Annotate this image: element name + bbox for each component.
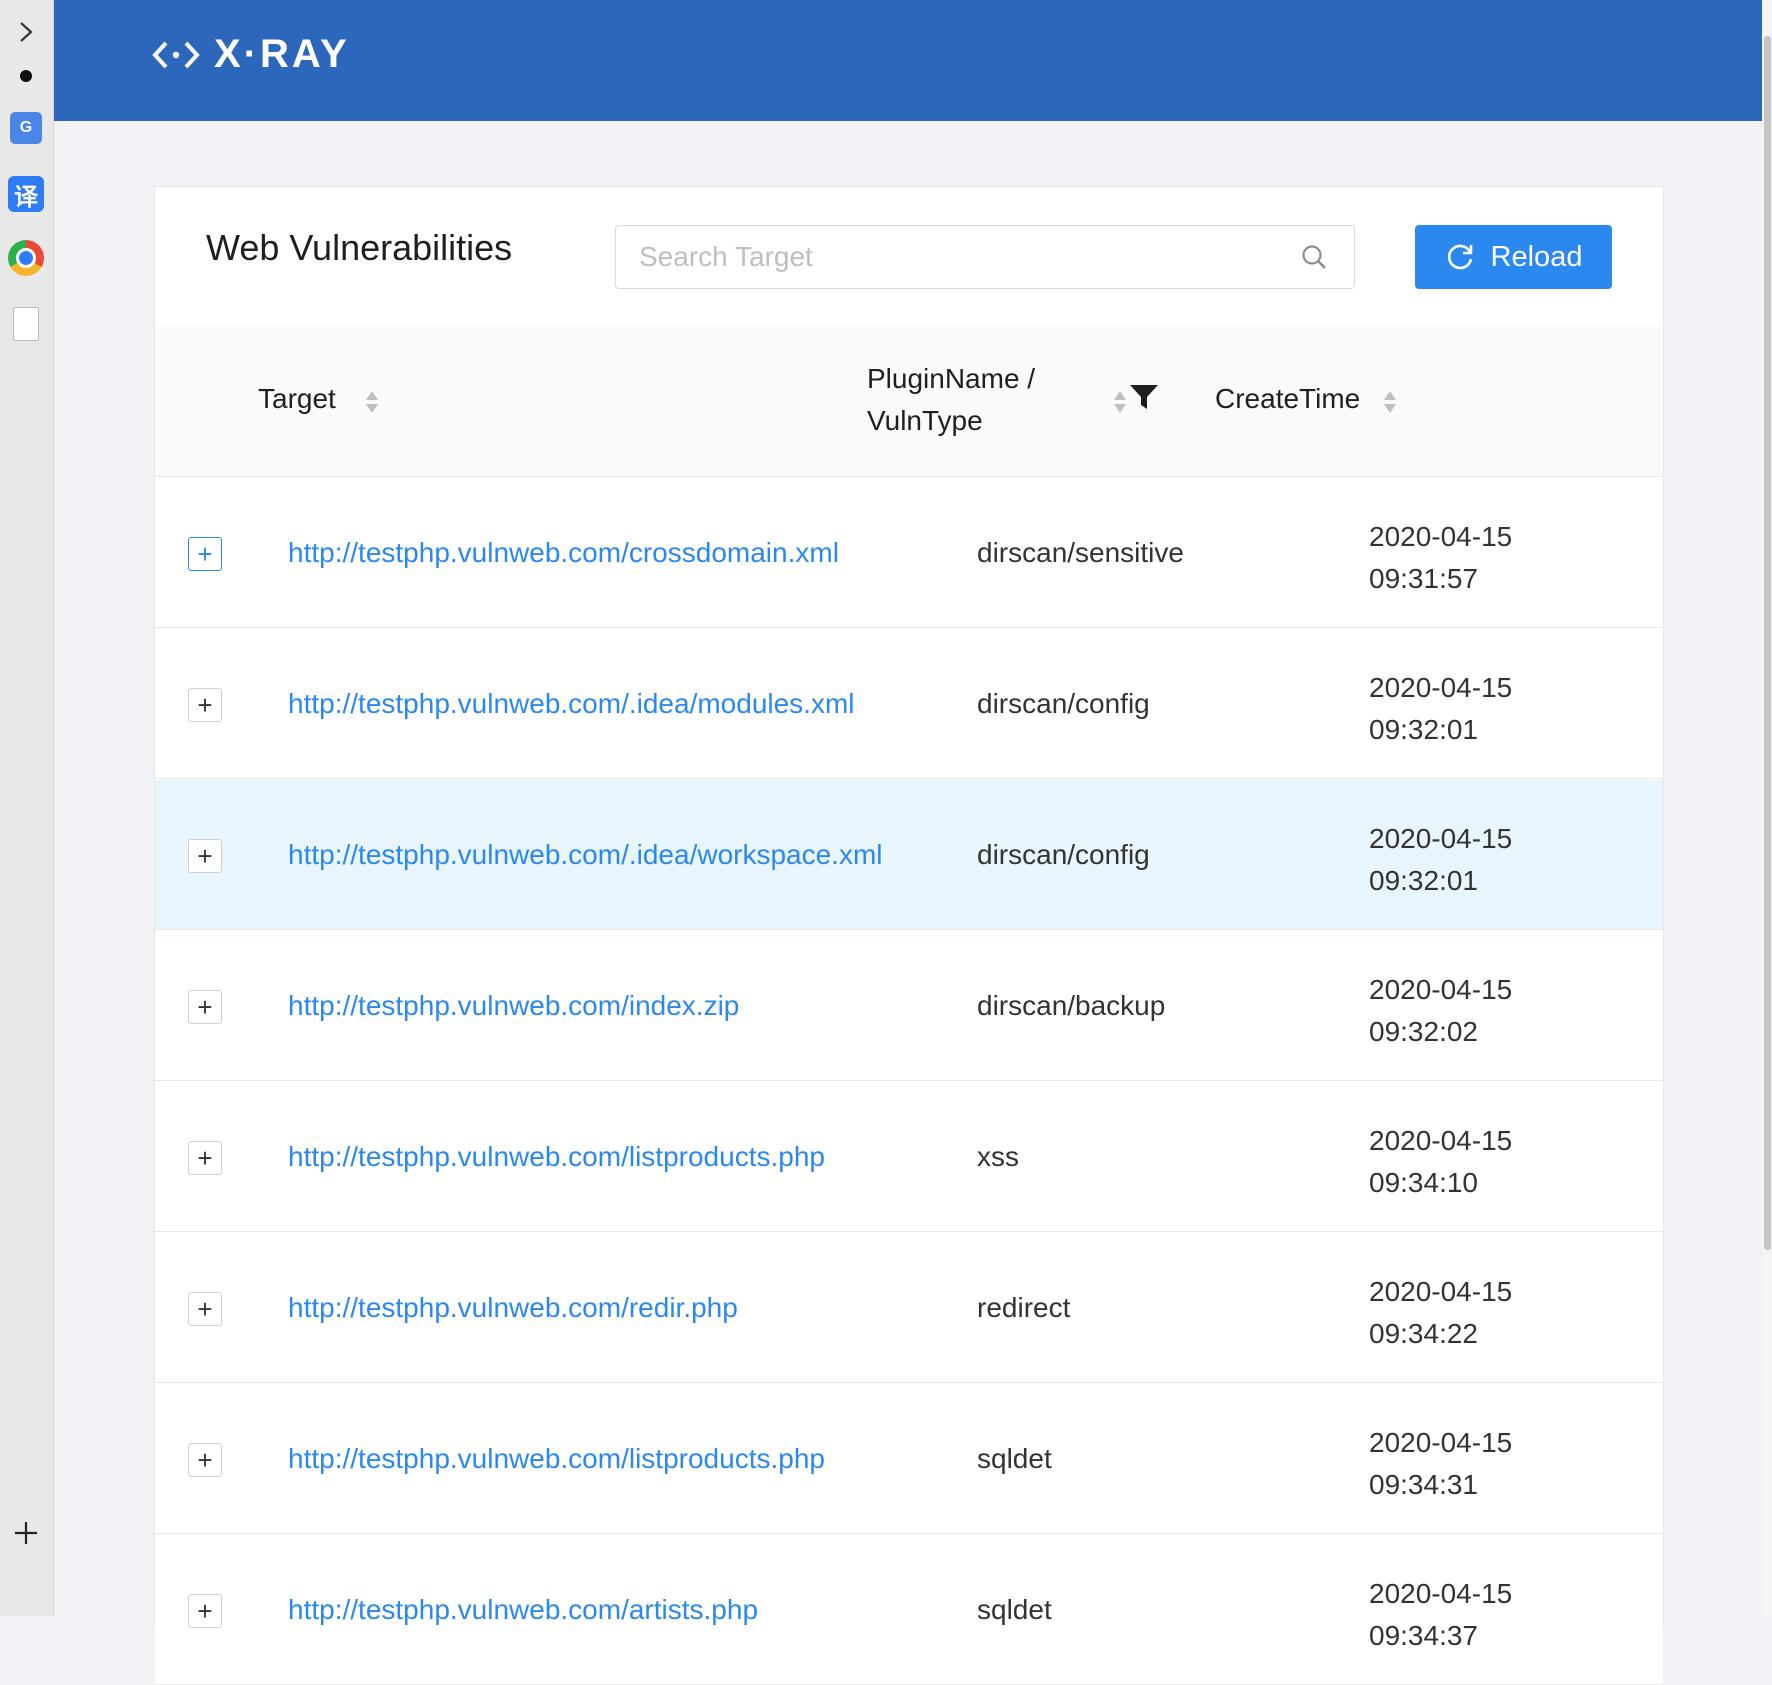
- translate-icon[interactable]: 译: [8, 176, 44, 212]
- date-text: 2020-04-15: [1369, 1427, 1513, 1458]
- table-row[interactable]: + http://testphp.vulnweb.com/crossdomain…: [155, 478, 1663, 628]
- html-file-icon[interactable]: [8, 306, 44, 342]
- page-title: Web Vulnerabilities: [206, 227, 513, 268]
- expand-row-button[interactable]: +: [188, 1443, 222, 1477]
- table-header: Target PluginName / VulnType CreateTime: [155, 327, 1663, 477]
- createtime-cell: 2020-04-15 09:32:01: [1369, 818, 1512, 902]
- time-text: 09:34:37: [1369, 1620, 1478, 1651]
- createtime-cell: 2020-04-15 09:34:37: [1369, 1573, 1512, 1657]
- page-scrollbar-thumb[interactable]: [1764, 36, 1771, 1250]
- date-text: 2020-04-15: [1369, 672, 1513, 703]
- time-text: 09:34:31: [1369, 1469, 1478, 1500]
- createtime-cell: 2020-04-15 09:32:01: [1369, 667, 1512, 751]
- browser-side-strip: G 译: [0, 0, 54, 1616]
- table-row[interactable]: + http://testphp.vulnweb.com/.idea/works…: [155, 780, 1663, 930]
- plugin-cell: dirscan/sensitive: [977, 537, 1184, 568]
- target-link[interactable]: http://testphp.vulnweb.com/listproducts.…: [288, 1443, 825, 1475]
- column-pluginname-line2[interactable]: VulnType: [867, 405, 983, 437]
- reload-button[interactable]: Reload: [1415, 225, 1612, 289]
- table-row[interactable]: + http://testphp.vulnweb.com/.idea/modul…: [155, 629, 1663, 779]
- column-pluginname-line1[interactable]: PluginName /: [867, 363, 1035, 395]
- date-text: 2020-04-15: [1369, 1276, 1513, 1307]
- sort-plugin-icon[interactable]: [1113, 389, 1127, 415]
- expand-row-button[interactable]: +: [188, 1594, 222, 1628]
- plugin-cell: dirscan/backup: [977, 990, 1166, 1021]
- time-text: 09:32:01: [1369, 865, 1478, 896]
- table-row[interactable]: + http://testphp.vulnweb.com/artists.php…: [155, 1535, 1663, 1685]
- table-row[interactable]: + http://testphp.vulnweb.com/listproduct…: [155, 1384, 1663, 1534]
- table-row[interactable]: + http://testphp.vulnweb.com/index.zip d…: [155, 931, 1663, 1081]
- plugin-cell: sqldet: [977, 1443, 1052, 1474]
- xray-logo-icon: [152, 41, 200, 68]
- expand-row-button[interactable]: +: [188, 537, 222, 571]
- createtime-cell: 2020-04-15 09:34:31: [1369, 1422, 1512, 1506]
- time-text: 09:31:57: [1369, 563, 1478, 594]
- table-row[interactable]: + http://testphp.vulnweb.com/redir.php r…: [155, 1233, 1663, 1383]
- reload-icon: [1447, 244, 1472, 270]
- date-text: 2020-04-15: [1369, 1578, 1513, 1609]
- app-logo[interactable]: X·RAY: [152, 32, 350, 77]
- expand-row-button[interactable]: +: [188, 839, 222, 873]
- google-translate-icon[interactable]: G: [8, 110, 44, 146]
- time-text: 09:32:01: [1369, 714, 1478, 745]
- expand-row-button[interactable]: +: [188, 990, 222, 1024]
- time-text: 09:34:10: [1369, 1167, 1478, 1198]
- vulnerabilities-card: Web Vulnerabilities Reload Target Plugin…: [154, 186, 1664, 1685]
- column-createtime[interactable]: CreateTime: [1215, 383, 1360, 415]
- column-target[interactable]: Target: [258, 383, 336, 415]
- reload-label: Reload: [1490, 240, 1583, 273]
- logo-text: X·RAY: [214, 32, 350, 76]
- createtime-cell: 2020-04-15 09:34:22: [1369, 1271, 1512, 1355]
- app-header: X·RAY: [54, 0, 1762, 121]
- plugin-cell: redirect: [977, 1292, 1071, 1323]
- plus-icon[interactable]: [8, 1515, 44, 1551]
- target-link[interactable]: http://testphp.vulnweb.com/index.zip: [288, 990, 739, 1022]
- date-text: 2020-04-15: [1369, 1125, 1513, 1156]
- plugin-cell: xss: [977, 1141, 1019, 1172]
- plugin-cell: dirscan/config: [977, 688, 1150, 719]
- chrome-extension-icon[interactable]: [8, 240, 44, 276]
- expand-row-button[interactable]: +: [188, 1292, 222, 1326]
- plugin-cell: sqldet: [977, 1594, 1052, 1625]
- target-link[interactable]: http://testphp.vulnweb.com/.idea/modules…: [288, 688, 855, 720]
- table-row[interactable]: + http://testphp.vulnweb.com/listproduct…: [155, 1082, 1663, 1232]
- time-text: 09:34:22: [1369, 1318, 1478, 1349]
- time-text: 09:32:02: [1369, 1016, 1478, 1047]
- createtime-cell: 2020-04-15 09:34:10: [1369, 1120, 1512, 1204]
- search-box[interactable]: [615, 225, 1355, 289]
- plugin-cell: dirscan/config: [977, 839, 1150, 870]
- filter-icon[interactable]: [1129, 383, 1159, 413]
- target-link[interactable]: http://testphp.vulnweb.com/crossdomain.x…: [288, 537, 839, 569]
- date-text: 2020-04-15: [1369, 823, 1513, 854]
- target-link[interactable]: http://testphp.vulnweb.com/.idea/workspa…: [288, 839, 883, 871]
- search-input[interactable]: [616, 226, 1300, 288]
- dot-icon[interactable]: [8, 58, 44, 94]
- date-text: 2020-04-15: [1369, 974, 1513, 1005]
- target-link[interactable]: http://testphp.vulnweb.com/redir.php: [288, 1292, 738, 1324]
- createtime-cell: 2020-04-15 09:31:57: [1369, 516, 1512, 600]
- search-icon[interactable]: [1300, 243, 1328, 271]
- target-link[interactable]: http://testphp.vulnweb.com/artists.php: [288, 1594, 758, 1626]
- sort-createtime-icon[interactable]: [1383, 389, 1397, 415]
- expand-row-button[interactable]: +: [188, 1141, 222, 1175]
- createtime-cell: 2020-04-15 09:32:02: [1369, 969, 1512, 1053]
- target-link[interactable]: http://testphp.vulnweb.com/listproducts.…: [288, 1141, 825, 1173]
- sort-target-icon[interactable]: [365, 389, 379, 415]
- chevron-right-icon[interactable]: [8, 14, 44, 50]
- date-text: 2020-04-15: [1369, 521, 1513, 552]
- expand-row-button[interactable]: +: [188, 688, 222, 722]
